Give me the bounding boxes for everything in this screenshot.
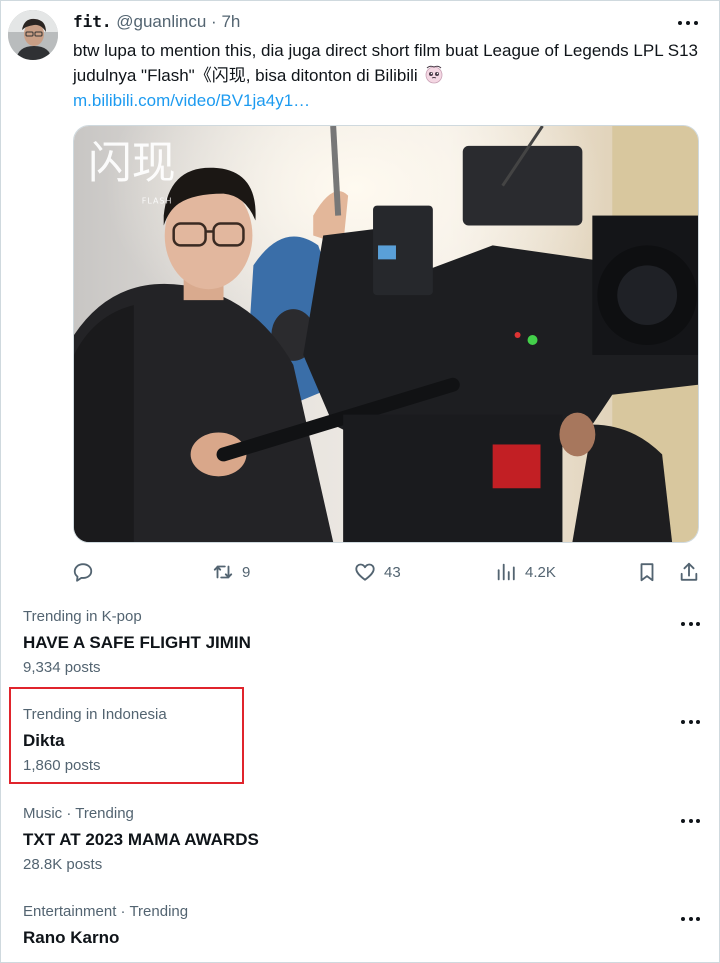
- retweet-count: 9: [242, 563, 251, 581]
- highlight-box: [9, 687, 244, 784]
- trend-item[interactable]: Entertainment · Trending Rano Karno: [0, 903, 720, 963]
- heart-icon: [355, 563, 375, 581]
- author-name[interactable]: fit.: [73, 12, 112, 31]
- share-icon: [680, 562, 698, 581]
- tweet-link[interactable]: m.bilibili.com/video/BV1ja4y1…: [73, 88, 310, 113]
- reply-button[interactable]: [72, 558, 102, 586]
- bookmark-button[interactable]: [636, 558, 658, 586]
- media-subtitle-text: FLASH: [142, 197, 173, 206]
- tweet-text: btw lupa to mention this, dia juga direc…: [73, 38, 703, 113]
- trend-title: TXT AT 2023 MAMA AWARDS: [23, 830, 259, 849]
- views-button[interactable]: 4.2K: [495, 558, 556, 586]
- trend-context: Trending in K-pop: [23, 608, 142, 625]
- more-dots-icon[interactable]: [681, 816, 700, 826]
- tweet-header: fit. @guanlincu · 7h: [73, 12, 240, 32]
- film-set-photo: 闪现 FLASH: [74, 126, 698, 542]
- trend-context: Entertainment · Trending: [23, 903, 189, 920]
- trend-title: Rano Karno: [23, 928, 120, 947]
- separator-dot: ·: [211, 12, 217, 31]
- more-dots-icon[interactable]: [681, 717, 700, 727]
- author-handle[interactable]: @guanlincu: [116, 12, 206, 31]
- reply-icon: [73, 563, 93, 582]
- tweet[interactable]: fit. @guanlincu · 7h btw lupa to mention…: [0, 0, 720, 596]
- avatar[interactable]: [8, 10, 58, 60]
- like-button[interactable]: 43: [354, 558, 401, 586]
- tweet-media-image[interactable]: 闪现 FLASH: [73, 125, 699, 543]
- tweet-actions: 9 43 4.2K: [72, 558, 702, 586]
- trend-post-count: 9,334 posts: [23, 659, 101, 676]
- retweet-icon: [213, 565, 233, 579]
- more-dots-icon[interactable]: [681, 914, 700, 924]
- share-button[interactable]: [678, 558, 700, 586]
- retweet-button[interactable]: 9: [212, 558, 250, 586]
- trend-context: Music · Trending: [23, 805, 134, 822]
- tweet-time[interactable]: 7h: [221, 12, 240, 31]
- like-count: 43: [384, 563, 401, 581]
- pleading-face-emoji: [426, 65, 443, 84]
- more-dots-icon[interactable]: [678, 18, 698, 28]
- more-dots-icon[interactable]: [681, 619, 700, 629]
- avatar-image: [8, 10, 58, 60]
- views-chart-icon: [497, 563, 515, 581]
- trend-post-count: 28.8K posts: [23, 856, 103, 873]
- views-count: 4.2K: [525, 563, 556, 581]
- trend-item[interactable]: Music · Trending TXT AT 2023 MAMA AWARDS…: [0, 805, 720, 903]
- bookmark-icon: [640, 563, 654, 582]
- media-title-text: 闪现: [88, 138, 176, 189]
- trend-title: HAVE A SAFE FLIGHT JIMIN: [23, 633, 251, 652]
- tweet-body: btw lupa to mention this, dia juga direc…: [73, 41, 698, 85]
